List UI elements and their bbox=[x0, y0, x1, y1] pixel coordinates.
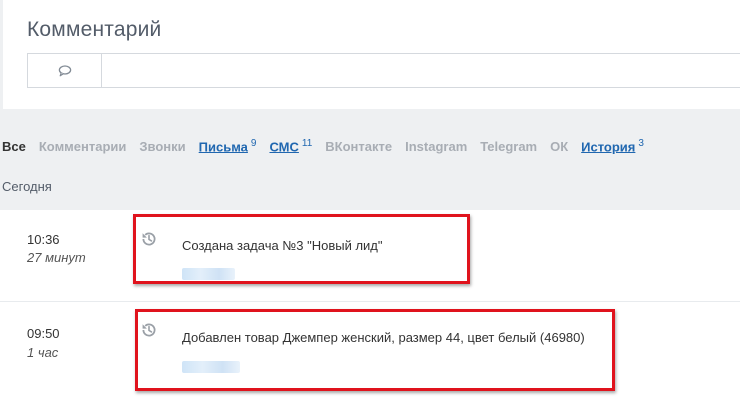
filter-label: Instagram bbox=[405, 139, 468, 155]
highlight-frame bbox=[135, 309, 615, 391]
filter-label: Комментарии bbox=[38, 139, 127, 155]
highlight-frame bbox=[133, 214, 470, 284]
comment-text-field[interactable] bbox=[102, 54, 740, 87]
filter-history[interactable]: История 3 bbox=[581, 138, 644, 154]
filter-count-badge: 9 bbox=[250, 138, 257, 149]
filter-label: ОК bbox=[550, 139, 569, 155]
filter-count-badge: 3 bbox=[638, 138, 644, 149]
filter-label: Все bbox=[2, 139, 26, 155]
filter-sms[interactable]: СМС 11 bbox=[269, 138, 312, 154]
filter-calls[interactable]: Звонки bbox=[139, 139, 185, 154]
filter-all[interactable]: Все bbox=[2, 139, 26, 154]
filter-emails[interactable]: Письма 9 bbox=[199, 138, 257, 154]
filter-label: СМС bbox=[269, 139, 299, 155]
speech-bubble-icon bbox=[58, 64, 71, 76]
event-relative-time: 27 минут bbox=[27, 250, 86, 265]
event-relative-time: 1 час bbox=[27, 345, 59, 360]
comment-title: Комментарий bbox=[27, 18, 162, 41]
filter-label: Письма bbox=[198, 139, 248, 155]
comment-panel: Комментарий bbox=[0, 0, 740, 109]
filter-instagram[interactable]: Instagram bbox=[405, 139, 467, 154]
event-time: 10:36 bbox=[27, 232, 60, 247]
filter-vkontakte[interactable]: ВКонтакте bbox=[325, 139, 392, 154]
filter-label: История bbox=[581, 139, 636, 155]
filter-label: Telegram bbox=[480, 139, 538, 155]
filter-telegram[interactable]: Telegram bbox=[480, 139, 537, 154]
comment-input-box[interactable] bbox=[27, 53, 740, 88]
section-label-today: Сегодня bbox=[2, 179, 52, 194]
feed-filter-bar: Все Комментарии Звонки Письма 9 СМС 11 ВКо… bbox=[2, 138, 657, 162]
filter-comments[interactable]: Комментарии bbox=[39, 139, 127, 154]
filter-count-badge: 11 bbox=[301, 138, 313, 149]
filter-label: ВКонтакте bbox=[325, 139, 393, 155]
left-divider-strip bbox=[0, 0, 3, 109]
filter-label: Звонки bbox=[139, 139, 186, 155]
filter-ok[interactable]: ОК bbox=[550, 139, 568, 154]
comment-icon-button[interactable] bbox=[28, 54, 102, 87]
event-time: 09:50 bbox=[27, 326, 60, 341]
